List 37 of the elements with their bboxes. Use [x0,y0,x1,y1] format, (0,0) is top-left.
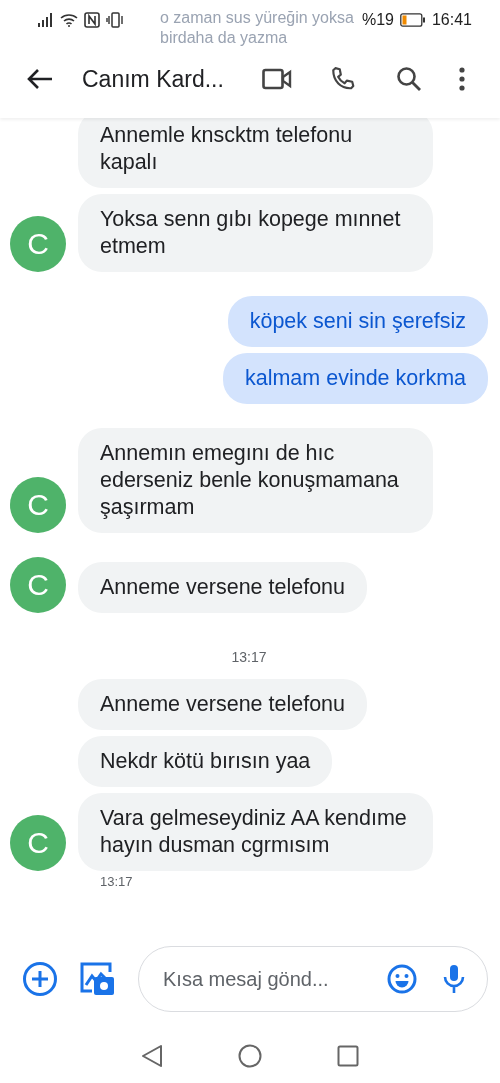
plus-circle-icon [22,961,58,997]
received-message-bubble[interactable]: Nekdr kötü bırısın yaa [78,736,333,787]
notification-text: o zaman sus yüreğin yoksa birdaha da yazma [160,8,355,48]
more-icon [459,67,465,91]
sent-message-bubble[interactable]: köpek seni sin şerefsiz [227,296,488,347]
home-nav-icon[interactable] [238,1043,262,1068]
contact-name: Canım Kard... [82,65,225,93]
battery-percent: %19 [361,11,394,29]
received-message-bubble[interactable]: Anneme versene telefonu [78,679,368,730]
recents-nav-icon[interactable] [337,1044,359,1067]
emoji-button[interactable] [387,964,417,994]
received-message-bubble[interactable]: Vara gelmeseydiniz AA kendıme hayın dusman cgrmısım [78,793,433,871]
sent-message-bubble[interactable]: kalmam evinde korkma [222,353,488,404]
received-message-bubble[interactable]: Yoksa senn gıbı kopege mınnet etmem [78,194,433,272]
timestamp: 13:17 [231,649,267,665]
message-time: 13:17 [100,874,133,889]
signal-icon [38,13,54,27]
search-icon [396,66,422,92]
nfc-icon [84,12,100,28]
wifi-icon [60,13,78,27]
gallery-camera-icon [80,961,116,997]
voice-button[interactable] [443,964,465,994]
back-arrow-icon [27,68,53,90]
add-button[interactable] [22,961,58,997]
microphone-icon [443,964,465,994]
back-nav-icon[interactable] [141,1043,163,1068]
received-message-bubble[interactable]: Annemın emegını de hıc ederseniz benle konuşmamana şaşırmam [78,428,433,533]
message-input[interactable]: Kısa mesaj gönd... [161,966,361,992]
phone-icon [330,66,356,92]
received-message-bubble[interactable]: Anneme versene telefonu [78,562,368,613]
received-message-bubble[interactable]: Annemle knscktm telefonu kapalı [78,118,433,188]
clock: 16:41 [431,11,472,29]
battery-icon [399,13,426,27]
gallery-button[interactable] [80,961,116,997]
video-camera-icon [262,68,292,90]
vibrate-icon [106,12,124,28]
smiley-icon [387,964,417,994]
